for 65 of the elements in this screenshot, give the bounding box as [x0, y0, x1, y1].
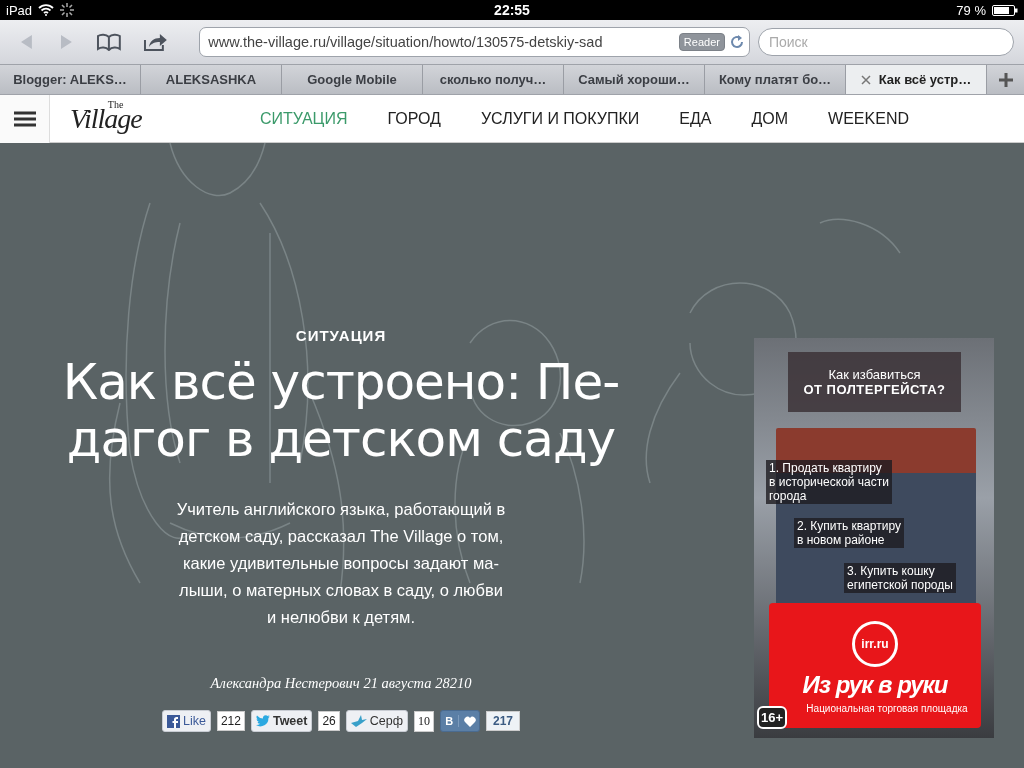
battery-percent: 79 % — [956, 2, 986, 18]
vk-logo: В — [441, 715, 459, 727]
menu-button[interactable] — [0, 94, 50, 143]
menu-icon — [13, 110, 36, 127]
twitter-icon — [255, 715, 270, 727]
ad-option-text: 1. Продать квартиру в исторической части города — [766, 460, 892, 504]
ad-option-text: 3. Купить кошку египетской породы — [844, 563, 956, 593]
article-title: Как всё устроено: Пе- дагог в детском саду — [62, 354, 620, 468]
ad-banner[interactable] — [754, 338, 994, 738]
share-count: 10 — [414, 710, 434, 732]
surf-icon — [350, 715, 367, 727]
share-icon[interactable] — [142, 32, 169, 52]
new-tab-button[interactable] — [987, 65, 1024, 94]
article-byline: Александра Нестерович 21 августа 28210 — [210, 675, 472, 692]
article-lead: Учитель английского языка, работающий в детском саду, рассказал The Village о том, какие удивительные вопросы задают ма- лыши, о матерных словах в саду, о любви и нелюбви к детям. — [176, 499, 506, 628]
close-button[interactable] — [860, 74, 871, 85]
ad-headline: Как избавиться — [828, 367, 921, 382]
tab-title: Google Mobile — [307, 72, 397, 87]
share-count: 26 — [318, 711, 340, 731]
tab-title: Кому платят бо… — [718, 72, 832, 87]
age-rating: 16+ — [757, 706, 788, 729]
browser-tab[interactable]: ALEKSASHKA — [141, 65, 282, 94]
tab-title: Как всё устр… — [878, 72, 972, 87]
tab-title: ALEKSASHKA — [165, 72, 257, 87]
url-text: www.the-village.ru/village/situation/howto/130575-detskiy-sad — [208, 34, 604, 50]
spinner-icon — [60, 3, 75, 17]
share-count: 217 — [486, 711, 521, 731]
vk-like-button[interactable]: В — [440, 710, 480, 732]
tweet-button[interactable]: Tweet — [250, 710, 313, 732]
clock-time: 22:55 — [494, 2, 530, 18]
brand-tagline: Национальная торговая площадка — [805, 703, 968, 714]
nav-link[interactable]: УСЛУГИ И ПОКУПКИ — [480, 109, 640, 128]
nav-link[interactable]: ЕДА — [679, 109, 712, 128]
address-field[interactable]: www.the-village.ru/village/situation/howto/130575-detskiy-sad Reader — [199, 27, 750, 57]
rubric-label[interactable]: СИТУАЦИЯ — [295, 327, 387, 344]
book-icon[interactable] — [95, 33, 122, 51]
device-name: iPad — [6, 2, 33, 18]
tab-title: сколько получ… — [439, 72, 547, 87]
close-icon — [860, 74, 871, 85]
nav-link[interactable]: ДОМ — [751, 109, 789, 128]
battery-icon — [992, 4, 1018, 16]
nav-link[interactable]: ГОРОД — [387, 109, 441, 128]
browser-tab[interactable]: Blogger: ALEKS… — [0, 65, 141, 94]
plus-icon — [998, 72, 1013, 87]
brand-name: Из рук в руки — [802, 671, 948, 699]
ad-headline: ОТ ПОЛТЕРГЕЙСТА? — [803, 382, 946, 397]
browser-tab[interactable]: Кому платят бо… — [705, 65, 846, 94]
nav-link[interactable]: WEEKEND — [828, 109, 909, 128]
surf-button[interactable]: Серф — [345, 710, 408, 732]
tab-title: Самый хороши… — [578, 72, 690, 87]
reload-icon[interactable] — [728, 34, 745, 50]
browser-tab[interactable]: Google Mobile — [282, 65, 423, 94]
wifi-icon — [38, 4, 55, 16]
share-count: 212 — [216, 711, 245, 731]
ad-option-text: 2. Купить квартиру в новом районе — [794, 518, 904, 548]
facebook-like-button[interactable]: Like — [161, 710, 211, 732]
tab-title: Blogger: ALEKS… — [13, 72, 127, 87]
search-field[interactable]: Поиск — [757, 28, 1015, 56]
brand-logo: irr.ru — [852, 621, 898, 667]
facebook-icon — [166, 714, 180, 728]
browser-tab[interactable]: Как всё устр… — [846, 65, 987, 94]
browser-tab[interactable]: Самый хороши… — [564, 65, 705, 94]
nav-link[interactable]: СИТУАЦИЯ — [260, 109, 348, 128]
browser-tab[interactable]: сколько получ… — [423, 65, 564, 94]
heart-icon — [461, 715, 479, 727]
